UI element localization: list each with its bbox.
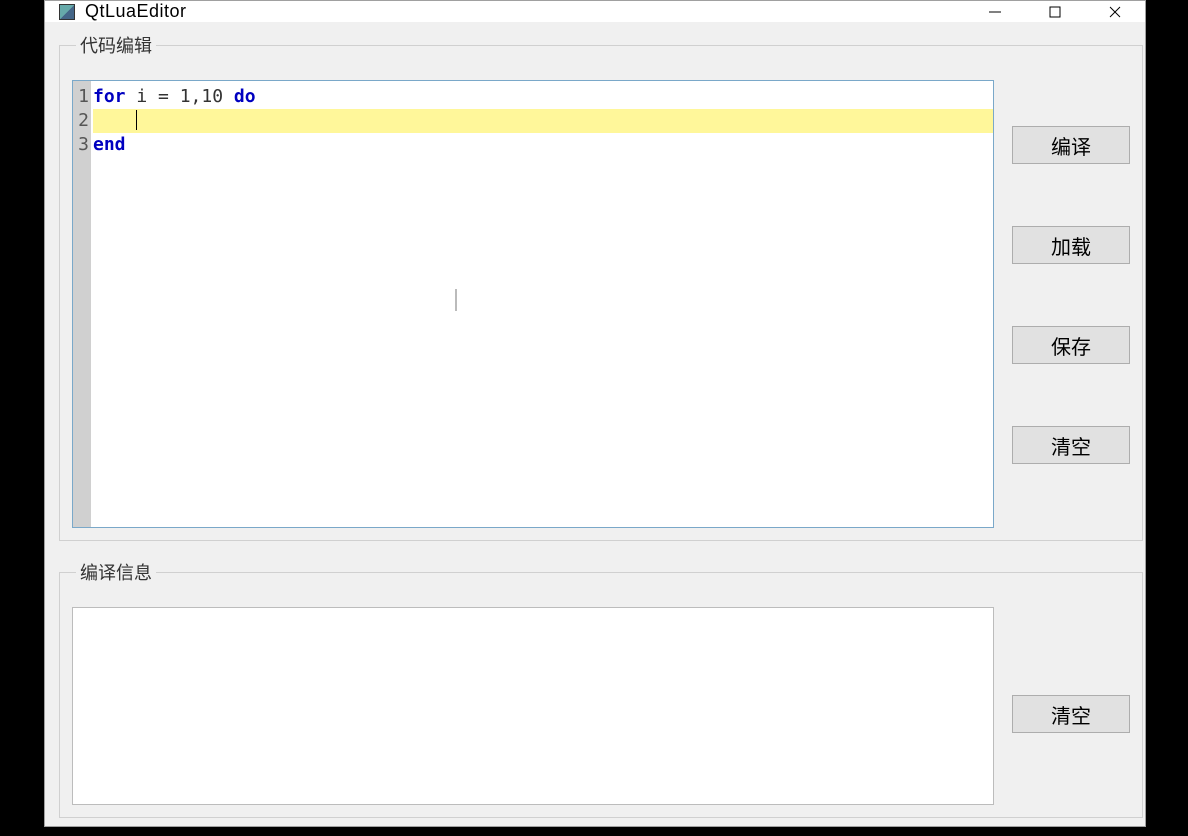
compile-output[interactable] <box>72 607 994 805</box>
maximize-icon <box>1048 5 1062 19</box>
line-number: 2 <box>73 109 89 133</box>
caret-icon <box>136 110 137 130</box>
code-line[interactable] <box>93 109 993 133</box>
line-number: 1 <box>73 85 89 109</box>
load-button[interactable]: 加载 <box>1012 226 1130 264</box>
clear-output-button[interactable]: 清空 <box>1012 695 1130 733</box>
titlebar: QtLuaEditor <box>45 1 1145 22</box>
close-icon <box>1108 5 1122 19</box>
save-button[interactable]: 保存 <box>1012 326 1130 364</box>
compile-info-legend: 编译信息 <box>76 559 156 585</box>
minimize-button[interactable] <box>965 1 1025 22</box>
text-cursor-icon <box>455 289 457 311</box>
client-area: 代码编辑 123 for i = 1,10 do end 编译 加载 保存 清空… <box>45 22 1145 832</box>
close-button[interactable] <box>1085 1 1145 22</box>
clear-editor-button[interactable]: 清空 <box>1012 426 1130 464</box>
compile-button[interactable]: 编译 <box>1012 126 1130 164</box>
code-editor[interactable]: 123 for i = 1,10 do end <box>72 80 994 528</box>
compile-info-group: 编译信息 清空 <box>59 559 1143 818</box>
code-edit-group: 代码编辑 123 for i = 1,10 do end 编译 加载 保存 清空 <box>59 32 1143 541</box>
editor-button-column: 编译 加载 保存 清空 <box>1012 80 1130 464</box>
line-number-gutter: 123 <box>73 81 91 527</box>
code-edit-legend: 代码编辑 <box>76 32 156 58</box>
line-number: 3 <box>73 133 89 157</box>
app-icon <box>59 4 75 20</box>
code-line[interactable]: end <box>93 133 993 157</box>
code-text-area[interactable]: for i = 1,10 do end <box>91 81 993 527</box>
code-line[interactable]: for i = 1,10 do <box>93 85 993 109</box>
maximize-button[interactable] <box>1025 1 1085 22</box>
compile-row: 清空 <box>72 607 1130 805</box>
title-left: QtLuaEditor <box>59 1 187 22</box>
editor-row: 123 for i = 1,10 do end 编译 加载 保存 清空 <box>72 80 1130 528</box>
window-title: QtLuaEditor <box>85 1 187 22</box>
output-button-column: 清空 <box>1012 607 1130 733</box>
minimize-icon <box>988 5 1002 19</box>
app-window: QtLuaEditor 代码编辑 123 for i = 1,10 do <box>44 0 1146 827</box>
window-controls <box>965 1 1145 22</box>
